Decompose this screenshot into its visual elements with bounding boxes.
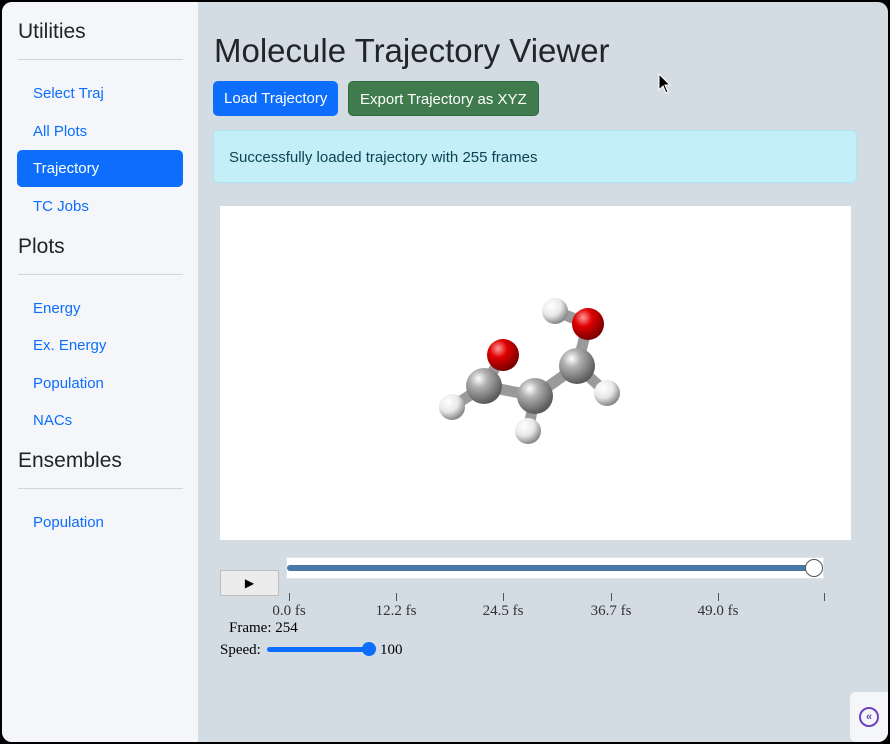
- frame-slider-thumb[interactable]: [805, 559, 823, 577]
- speed-value: 100: [380, 642, 403, 658]
- mouse-cursor-icon: [658, 73, 672, 94]
- sidebar-item-tc-jobs[interactable]: TC Jobs: [17, 188, 183, 225]
- page-title: Molecule Trajectory Viewer: [214, 32, 610, 69]
- sidebar-item-ex-energy[interactable]: Ex. Energy: [17, 327, 183, 364]
- time-tick-label: 49.0 fs: [697, 603, 739, 619]
- speed-slider-track[interactable]: [267, 647, 371, 652]
- carbon-atom: [517, 378, 553, 414]
- hydrogen-atom: [542, 298, 568, 324]
- hydrogen-atom: [515, 418, 541, 444]
- time-tick: [503, 593, 504, 601]
- collapse-sidebar-button[interactable]: «: [850, 692, 888, 742]
- speed-label: Speed:: [220, 642, 261, 658]
- sidebar-item-all-plots[interactable]: All Plots: [17, 113, 183, 150]
- play-button[interactable]: ▶: [220, 570, 279, 596]
- time-tick: [289, 593, 290, 601]
- sidebar-divider: [18, 59, 183, 60]
- sidebar-item-nacs[interactable]: NACs: [17, 402, 183, 439]
- play-icon: ▶: [244, 576, 255, 590]
- time-tick: [718, 593, 719, 601]
- double-chevron-left-icon: «: [859, 707, 879, 727]
- sidebar-item-ensemble-population[interactable]: Population: [17, 504, 183, 541]
- sidebar-heading-utilities: Utilities: [18, 20, 86, 43]
- sidebar-divider: [18, 488, 183, 489]
- frame-slider[interactable]: [286, 557, 824, 579]
- frame-slider-track[interactable]: [287, 565, 815, 571]
- oxygen-atom: [572, 308, 604, 340]
- status-alert: Successfully loaded trajectory with 255 …: [213, 130, 857, 183]
- sidebar-divider: [18, 274, 183, 275]
- molecule-render: [439, 298, 620, 444]
- frame-counter: Frame: 254: [229, 620, 298, 636]
- sidebar: Utilities Select Traj All Plots Trajecto…: [2, 2, 198, 742]
- oxygen-atom: [487, 339, 519, 371]
- time-tick: [611, 593, 612, 601]
- time-tick-label: 36.7 fs: [590, 603, 632, 619]
- sidebar-item-population[interactable]: Population: [17, 365, 183, 402]
- time-tick: [824, 593, 825, 601]
- sidebar-heading-ensembles: Ensembles: [18, 449, 122, 472]
- molecule-viewer[interactable]: [220, 206, 851, 540]
- time-tick-label: 24.5 fs: [482, 603, 524, 619]
- hydrogen-atom: [594, 380, 620, 406]
- export-xyz-button[interactable]: Export Trajectory as XYZ: [348, 81, 539, 116]
- load-trajectory-button[interactable]: Load Trajectory: [213, 81, 339, 116]
- sidebar-item-trajectory[interactable]: Trajectory: [17, 150, 183, 187]
- carbon-atom: [466, 368, 502, 404]
- time-tick-label: 0.0 fs: [272, 603, 306, 619]
- sidebar-item-select-traj[interactable]: Select Traj: [17, 75, 183, 112]
- app-window: Utilities Select Traj All Plots Trajecto…: [2, 2, 888, 742]
- main-content: Molecule Trajectory Viewer Load Trajecto…: [198, 2, 888, 742]
- sidebar-item-energy[interactable]: Energy: [17, 290, 183, 327]
- time-tick-label: 12.2 fs: [375, 603, 417, 619]
- time-tick: [396, 593, 397, 601]
- speed-slider-thumb[interactable]: [362, 642, 376, 656]
- hydrogen-atom: [439, 394, 465, 420]
- carbon-atom: [559, 348, 595, 384]
- sidebar-heading-plots: Plots: [18, 235, 65, 258]
